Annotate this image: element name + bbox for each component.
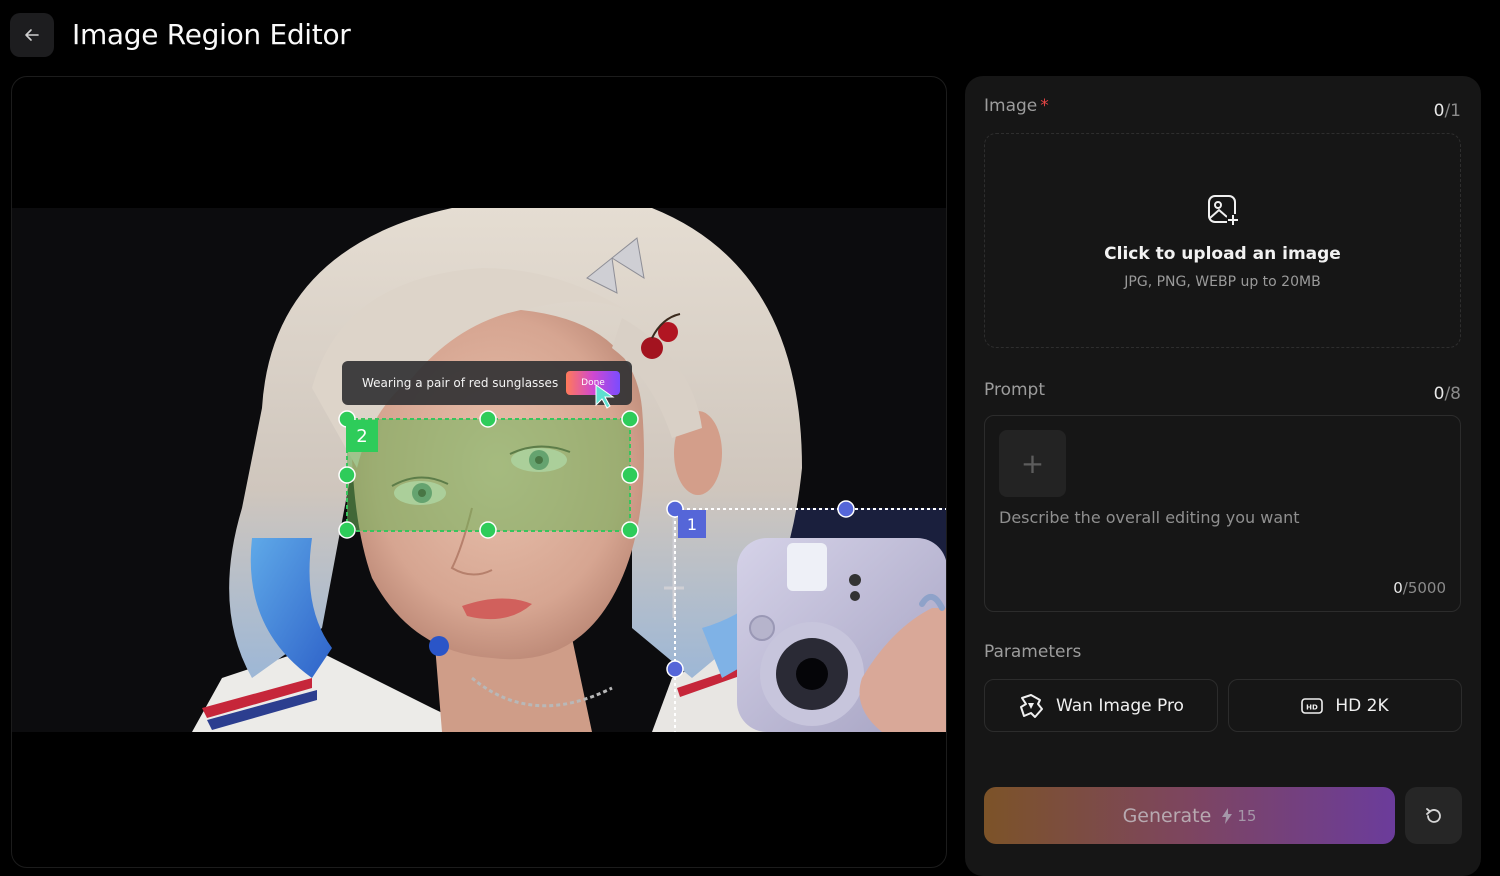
region-prompt-bubble[interactable]: Wearing a pair of red sunglasses Done: [342, 361, 632, 409]
generate-cost-value: 15: [1237, 806, 1257, 825]
header: Image Region Editor: [0, 0, 1500, 72]
parameters-section-label: Parameters: [984, 642, 1082, 662]
model-label: Wan Image Pro: [1056, 695, 1184, 716]
resize-handle-w[interactable]: [338, 466, 356, 484]
image-upload-icon: [1208, 195, 1239, 226]
resize-handle-w[interactable]: [666, 660, 684, 678]
prompt-input[interactable]: [999, 508, 1447, 578]
resize-handle-sw[interactable]: [338, 521, 356, 539]
generate-label: Generate: [1122, 804, 1212, 827]
resize-handle-n[interactable]: [479, 410, 497, 428]
hd-icon: HD: [1301, 697, 1324, 714]
required-indicator: *: [1040, 96, 1049, 116]
resize-handle-se[interactable]: [621, 521, 639, 539]
region-overlay-layer: [338, 410, 946, 732]
canvas-panel[interactable]: 2 1 Wearing a pair of red sunglasses Don…: [11, 76, 947, 868]
arrow-left-icon: [25, 29, 39, 41]
region-2-box[interactable]: [346, 418, 631, 532]
plus-icon: +: [1020, 447, 1045, 480]
lightning-icon: [1222, 807, 1233, 824]
upload-subtitle: JPG, PNG, WEBP up to 20MB: [1124, 274, 1321, 290]
wan-logo-icon: [1020, 693, 1044, 718]
cursor-icon: [595, 384, 615, 409]
generate-button[interactable]: Generate 15: [984, 787, 1395, 844]
upload-title: Click to upload an image: [1104, 244, 1341, 264]
prompt-box: + 0/5000: [984, 415, 1461, 612]
page-title: Image Region Editor: [72, 18, 351, 51]
resize-handle-e[interactable]: [621, 466, 639, 484]
svg-text:HD: HD: [1307, 703, 1319, 711]
region-2-label: 2: [346, 420, 378, 452]
generate-cost: 15: [1221, 807, 1256, 825]
resize-handle-ne[interactable]: [621, 410, 639, 428]
prompt-ref-count: 0/8: [1433, 384, 1461, 404]
region-1-label: 1: [678, 510, 706, 538]
resolution-label: HD 2K: [1335, 695, 1389, 716]
photo[interactable]: 2 1 Wearing a pair of red sunglasses Don…: [12, 208, 946, 732]
image-section-label: Image *: [984, 96, 1049, 116]
prompt-char-count: 0/5000: [1393, 579, 1446, 597]
reset-button[interactable]: [1405, 787, 1462, 844]
region-prompt-text: Wearing a pair of red sunglasses: [362, 376, 559, 390]
image-upload-dropzone[interactable]: Click to upload an image JPG, PNG, WEBP …: [984, 133, 1461, 348]
back-button[interactable]: [10, 13, 54, 57]
model-select[interactable]: Wan Image Pro: [984, 679, 1218, 732]
resize-handle-n[interactable]: [837, 500, 855, 518]
refresh-icon: [1425, 807, 1441, 823]
resize-handle-s[interactable]: [479, 521, 497, 539]
settings-panel: Image * 0/1 Click to upload an image JPG,…: [965, 76, 1481, 876]
resolution-select[interactable]: HD HD 2K: [1228, 679, 1462, 732]
prompt-section-label: Prompt: [984, 380, 1045, 400]
add-reference-button[interactable]: +: [999, 430, 1066, 497]
image-count: 0/1: [1433, 101, 1461, 121]
